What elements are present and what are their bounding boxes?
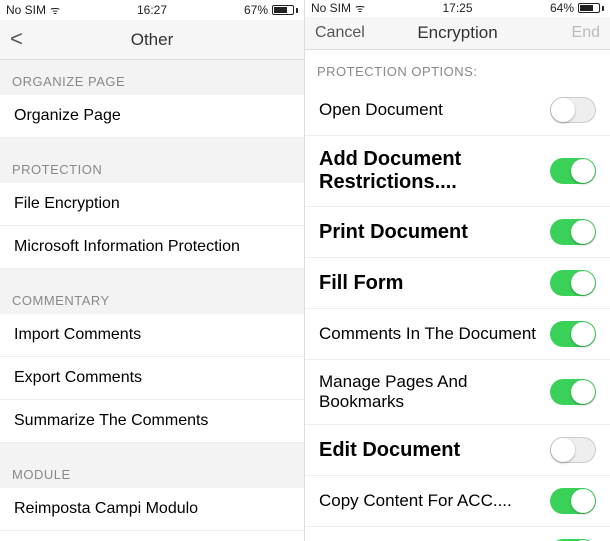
option-label: Copy Content For ACC.... [319, 491, 550, 511]
toggle[interactable] [550, 158, 596, 184]
battery-pct: 67% [244, 3, 268, 17]
nav-bar-left: < Other [0, 20, 304, 60]
carrier-text: No SIM [311, 1, 351, 15]
status-bar-left: No SIM ᯤ 16:27 67% [0, 0, 304, 20]
option-label: Edit Document [319, 439, 550, 462]
option-row: Copy Content For ACC.... [305, 476, 610, 527]
row-import-comments[interactable]: Import Comments [0, 314, 304, 357]
row-label: Export Comments [14, 369, 290, 387]
row-reset-form-fields[interactable]: Reimposta Campi Modulo [0, 488, 304, 531]
section-header-organize: ORGANIZE PAGE [0, 60, 304, 95]
clock: 17:25 [443, 1, 473, 15]
screen-encryption: No SIM ᯤ 17:25 64% Cancel Encryption End… [305, 0, 610, 541]
nav-bar-right: Cancel Encryption End [305, 17, 610, 51]
toggle[interactable] [550, 379, 596, 405]
row-organize-page[interactable]: Organize Page [0, 95, 304, 138]
battery-pct: 64% [550, 1, 574, 15]
option-row: Print Document [305, 207, 610, 258]
row-label: File Encryption [14, 195, 290, 213]
section-header-protection-options: PROTECTION OPTIONS: [305, 50, 610, 85]
toggle[interactable] [550, 97, 596, 123]
row-label: Organize Page [14, 107, 290, 125]
option-label: Comments In The Document [319, 324, 550, 344]
row-label: Summarize The Comments [14, 412, 290, 430]
screen-other: No SIM ᯤ 16:27 67% < Other ORGANIZE PAGE… [0, 0, 305, 541]
end-button[interactable]: End [530, 24, 600, 42]
row-label: Import Comments [14, 326, 290, 344]
clock: 16:27 [137, 3, 167, 17]
wifi-icon: ᯤ [50, 3, 60, 18]
nav-title: Encryption [417, 23, 497, 43]
option-row: Comments In The Document [305, 309, 610, 360]
option-label: Print Document [319, 221, 550, 244]
wifi-icon: ᯤ [355, 1, 365, 16]
toggle[interactable] [550, 219, 596, 245]
row-label: Microsoft Information Protection [14, 238, 290, 256]
option-label: Manage Pages And Bookmarks [319, 372, 550, 412]
row-summarize-comments[interactable]: Summarize The Comments [0, 400, 304, 443]
row-export-comments[interactable]: Export Comments [0, 357, 304, 400]
nav-title: Other [131, 30, 174, 50]
option-row: Extract Content [305, 527, 610, 541]
battery-icon [578, 3, 604, 13]
option-row: Fill Form [305, 258, 610, 309]
toggle[interactable] [550, 270, 596, 296]
option-row: Open Document [305, 85, 610, 136]
section-header-protection: PROTECTION [0, 148, 304, 183]
carrier-text: No SIM [6, 3, 46, 17]
option-label: Open Document [319, 100, 550, 120]
option-row: Edit Document [305, 425, 610, 476]
status-bar-right: No SIM ᯤ 17:25 64% [305, 0, 610, 17]
section-header-commentary: COMMENTARY [0, 279, 304, 314]
row-label: Reimposta Campi Modulo [14, 500, 290, 518]
option-label: Fill Form [319, 272, 550, 295]
toggle[interactable] [550, 437, 596, 463]
option-row: Manage Pages And Bookmarks [305, 360, 610, 425]
row-file-encryption[interactable]: File Encryption [0, 183, 304, 226]
cancel-button[interactable]: Cancel [315, 24, 385, 42]
section-header-module: MODULE [0, 453, 304, 488]
option-label: Add Document Restrictions.... [319, 148, 550, 194]
back-button[interactable]: < [10, 26, 23, 51]
toggle[interactable] [550, 321, 596, 347]
battery-icon [272, 5, 298, 15]
row-ms-info-protection[interactable]: Microsoft Information Protection [0, 226, 304, 269]
toggle[interactable] [550, 488, 596, 514]
option-row: Add Document Restrictions.... [305, 136, 610, 207]
